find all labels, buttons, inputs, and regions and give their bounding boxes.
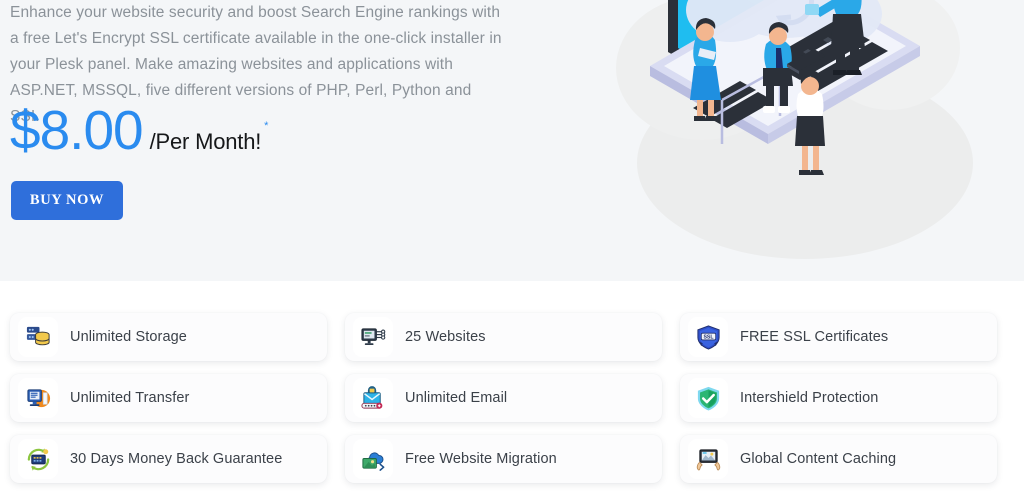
features-grid: Unlimited Storage 25 Websites SSL FREE S… [10, 313, 1014, 483]
feature-label: Unlimited Email [405, 390, 508, 406]
feature-card-free-website-migration[interactable]: Free Website Migration [345, 435, 662, 483]
data-transfer-monitor-icon [18, 378, 58, 418]
green-shield-check-icon [688, 378, 728, 418]
cloud-migration-icon [353, 439, 393, 479]
feature-label: Intershield Protection [740, 390, 879, 406]
price-amount: $8.00 [10, 99, 144, 161]
feature-label: 30 Days Money Back Guarantee [70, 451, 283, 467]
feature-label: Global Content Caching [740, 451, 897, 467]
feature-card-intershield-protection[interactable]: Intershield Protection [680, 374, 997, 422]
feature-label: Free Website Migration [405, 451, 557, 467]
pricing-plan-page: Enhance your website security and boost … [0, 0, 1024, 501]
monitor-network-icon [353, 317, 393, 357]
feature-card-25-websites[interactable]: 25 Websites [345, 313, 662, 361]
feature-label: FREE SSL Certificates [740, 329, 889, 345]
money-back-refresh-icon [18, 439, 58, 479]
feature-card-free-ssl-certificates[interactable]: SSL FREE SSL Certificates [680, 313, 997, 361]
feature-label: 25 Websites [405, 329, 486, 345]
hands-holding-screen-icon [688, 439, 728, 479]
feature-card-unlimited-email[interactable]: Unlimited Email [345, 374, 662, 422]
feature-card-global-content-caching[interactable]: Global Content Caching [680, 435, 997, 483]
feature-label: Unlimited Transfer [70, 390, 190, 406]
ssl-shield-icon: SSL [688, 317, 728, 357]
feature-card-30-days-money-back-guarantee[interactable]: 30 Days Money Back Guarantee [10, 435, 327, 483]
feature-card-unlimited-storage[interactable]: Unlimited Storage [10, 313, 327, 361]
price-period: /Per Month! * [149, 120, 269, 155]
features-section: Unlimited Storage 25 Websites SSL FREE S… [0, 281, 1024, 501]
price-asterisk: * [264, 120, 269, 132]
svg-text:SSL: SSL [703, 334, 714, 340]
feature-label: Unlimited Storage [70, 329, 187, 345]
price-period-text: /Per Month! [149, 129, 262, 154]
price-block: $8.00 /Per Month! * [10, 99, 269, 161]
database-server-icon [18, 317, 58, 357]
secure-email-icon [353, 378, 393, 418]
hero-illustration [590, 0, 1024, 281]
buy-now-button[interactable]: BUY NOW [11, 181, 123, 220]
hero-section: Enhance your website security and boost … [0, 0, 1024, 281]
feature-card-unlimited-transfer[interactable]: Unlimited Transfer [10, 374, 327, 422]
